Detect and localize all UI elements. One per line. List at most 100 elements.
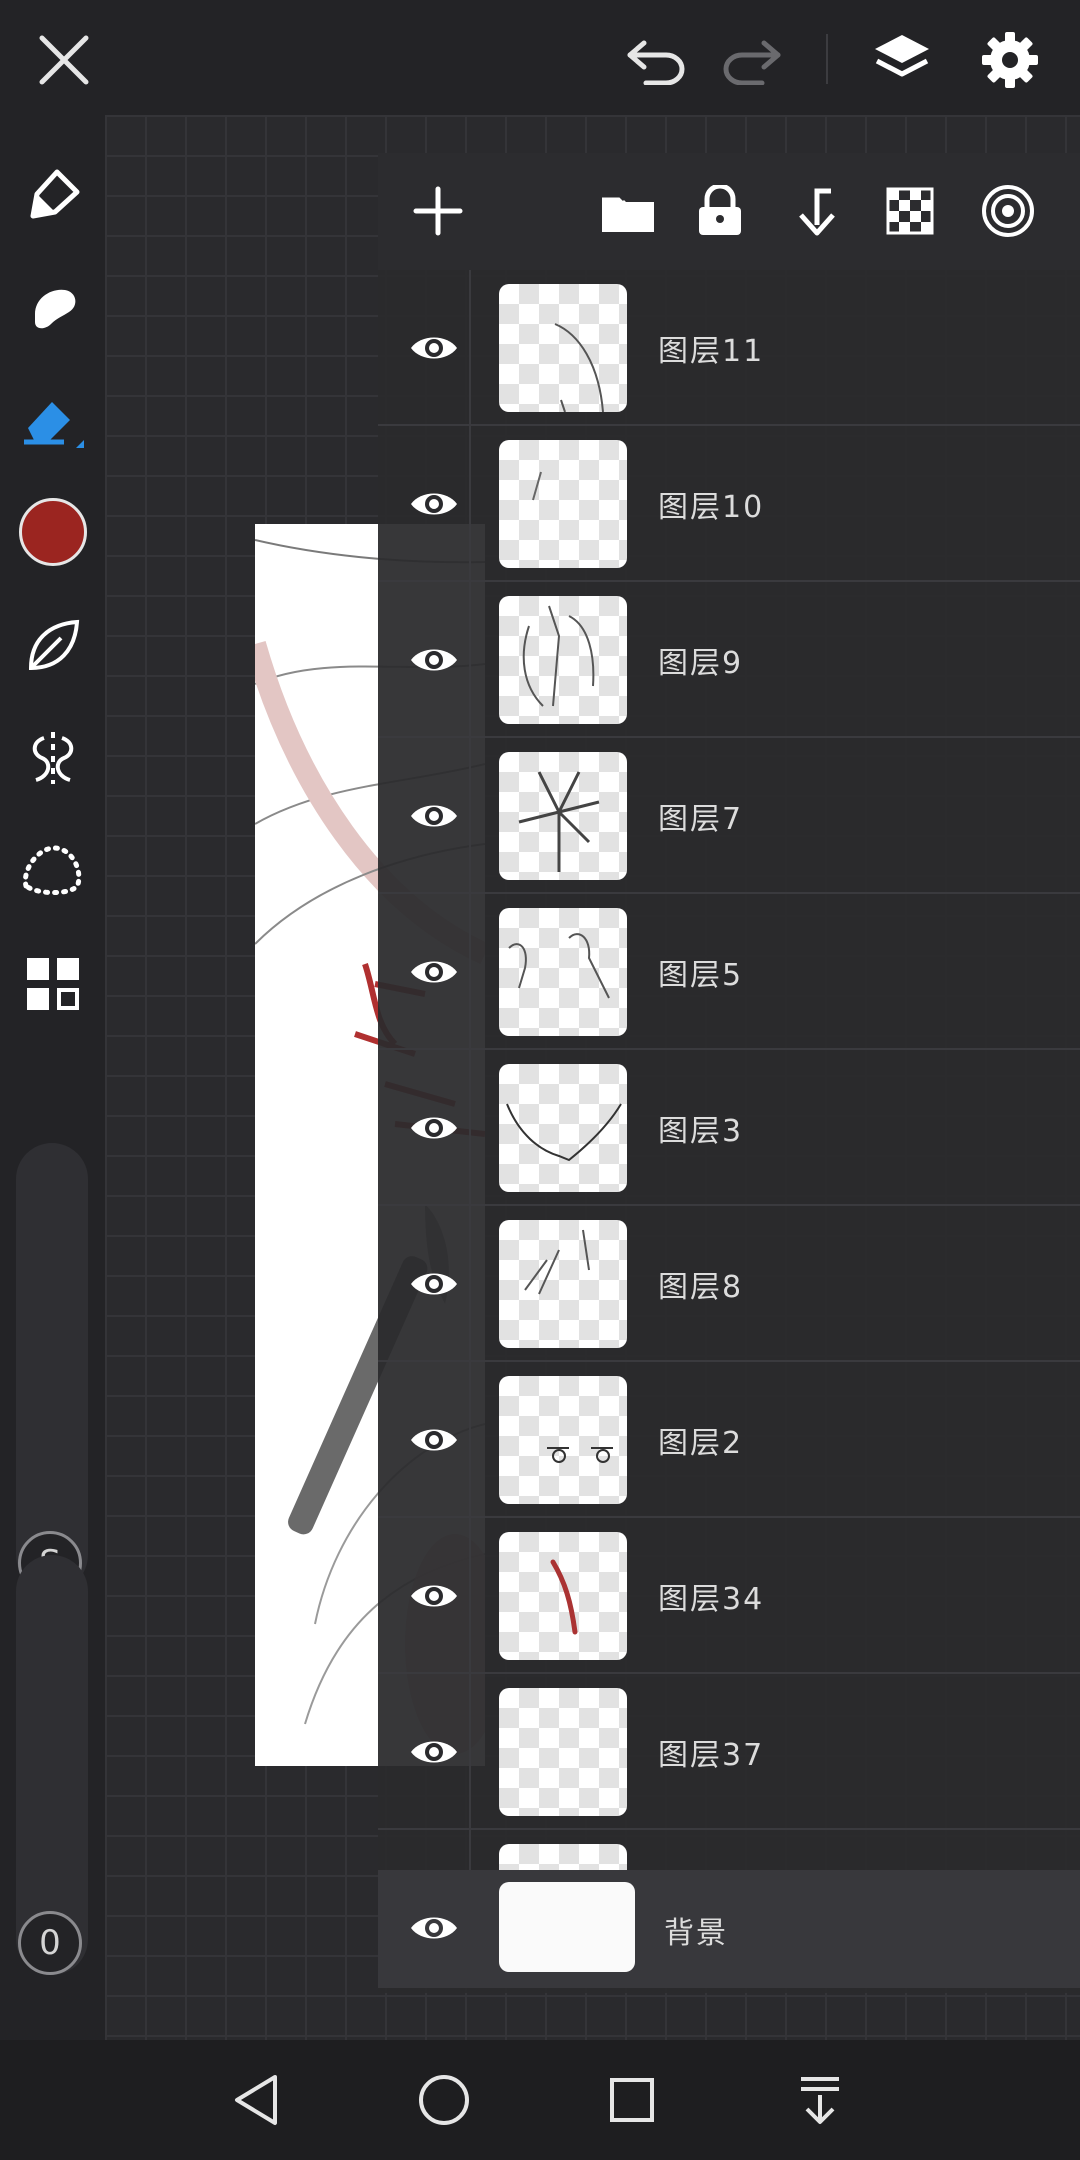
lock-icon (699, 185, 741, 235)
home-icon (419, 2075, 469, 2125)
merge-down-button[interactable] (778, 175, 850, 247)
folder-icon (602, 194, 654, 232)
layer-row[interactable]: 图层9 (378, 582, 1080, 738)
layers-toolbar (378, 153, 1080, 270)
pen-tool[interactable] (10, 153, 95, 238)
redo-icon (723, 40, 781, 85)
layer-thumbnail (499, 1688, 627, 1816)
eye-icon (411, 1273, 457, 1295)
layer-row[interactable]: 图层8 (378, 1206, 1080, 1362)
gear-icon (982, 32, 1038, 88)
menu-down-button[interactable] (780, 2060, 860, 2140)
layer-thumbnail (499, 1064, 627, 1192)
add-layer-icon (413, 186, 463, 236)
adjust-tool[interactable] (10, 603, 95, 688)
eye-icon (411, 493, 457, 515)
blend-mode-icon (982, 185, 1034, 237)
back-button[interactable] (216, 2060, 296, 2140)
layer-name: 图层9 (658, 646, 744, 681)
layer-name: 图层10 (658, 490, 765, 525)
redo-button[interactable] (712, 20, 792, 100)
row-divider (469, 582, 471, 736)
visibility-toggle[interactable] (394, 622, 474, 698)
layer-thumbnail (499, 1376, 627, 1504)
eye-icon (411, 1117, 457, 1139)
layer-thumbnail (499, 908, 627, 1036)
symmetry-icon (32, 731, 73, 784)
toolbar-divider (826, 34, 828, 84)
layer-name: 图层2 (658, 1426, 744, 1461)
gallery-tool[interactable] (10, 941, 95, 1026)
visibility-toggle[interactable] (394, 1558, 474, 1634)
pen-icon (30, 169, 79, 218)
row-divider (469, 1206, 471, 1360)
background-layer-row[interactable]: 背景 (378, 1870, 1080, 1988)
visibility-toggle[interactable] (394, 1714, 474, 1790)
lock-button[interactable] (684, 175, 756, 247)
undo-icon (627, 40, 685, 85)
eye-icon (411, 649, 457, 671)
visibility-toggle[interactable] (394, 778, 474, 854)
active-color (18, 497, 87, 566)
layer-row-partial[interactable] (378, 1830, 1080, 1870)
back-icon (235, 2075, 277, 2125)
eraser-tool[interactable] (10, 377, 95, 462)
row-divider (469, 426, 471, 580)
blend-mode-button[interactable] (972, 175, 1044, 247)
add-layer-button[interactable] (402, 175, 474, 247)
layer-name: 图层37 (658, 1738, 765, 1773)
visibility-toggle[interactable] (394, 310, 474, 386)
lasso-icon (22, 844, 81, 895)
layer-thumbnail (499, 752, 627, 880)
row-divider (469, 738, 471, 892)
layer-row[interactable]: 图层3 (378, 1050, 1080, 1206)
layers-button[interactable] (862, 20, 942, 100)
undo-button[interactable] (616, 20, 696, 100)
layer-name: 图层8 (658, 1270, 744, 1305)
folder-button[interactable] (592, 175, 664, 247)
layer-row[interactable]: 图层11 (378, 270, 1080, 426)
visibility-toggle[interactable] (394, 1402, 474, 1478)
visibility-toggle[interactable] (394, 466, 474, 542)
symmetry-tool[interactable] (10, 715, 95, 800)
layer-thumbnail (499, 1220, 627, 1348)
settings-button[interactable] (970, 20, 1050, 100)
layer-name: 图层11 (658, 334, 765, 369)
visibility-toggle[interactable] (394, 934, 474, 1010)
opacity-knob[interactable]: 0 (18, 1911, 82, 1975)
opacity-slider[interactable]: 0 (16, 1555, 88, 1975)
transparency-button[interactable] (874, 175, 946, 247)
eraser-icon (23, 401, 84, 448)
home-button[interactable] (404, 2060, 484, 2140)
visibility-toggle[interactable] (394, 1246, 474, 1322)
close-button[interactable] (24, 20, 104, 100)
brush-size-slider[interactable]: S (16, 1143, 88, 1595)
layer-row[interactable]: 图层2 (378, 1362, 1080, 1518)
leaf-icon (28, 619, 79, 670)
opacity-label: 0 (39, 1923, 61, 1963)
layers-panel: 图层11 图层10 图层9 图层7 图层5 图层3 图层8 图层2 图层34 图… (378, 153, 1080, 1993)
smudge-icon (34, 289, 75, 328)
layer-row[interactable]: 图层37 (378, 1674, 1080, 1830)
recents-button[interactable] (592, 2060, 672, 2140)
row-divider (469, 1362, 471, 1516)
eye-icon (411, 1429, 457, 1451)
layer-row[interactable]: 图层5 (378, 894, 1080, 1050)
layer-thumbnail (499, 440, 627, 568)
visibility-toggle[interactable] (394, 1090, 474, 1166)
row-divider (469, 1674, 471, 1828)
eye-icon (411, 1917, 457, 1939)
lasso-tool[interactable] (10, 827, 95, 912)
eye-icon (411, 1741, 457, 1763)
eye-icon (411, 337, 457, 359)
layer-name: 图层3 (658, 1114, 744, 1149)
layer-thumbnail (499, 284, 627, 412)
layer-row[interactable]: 图层34 (378, 1518, 1080, 1674)
layer-row[interactable]: 图层7 (378, 738, 1080, 894)
layer-row[interactable]: 图层10 (378, 426, 1080, 582)
visibility-toggle[interactable] (394, 1890, 474, 1966)
color-swatch[interactable] (10, 489, 95, 574)
smudge-tool[interactable] (10, 265, 95, 350)
layer-name: 图层5 (658, 958, 744, 993)
layers-icon (875, 35, 929, 77)
